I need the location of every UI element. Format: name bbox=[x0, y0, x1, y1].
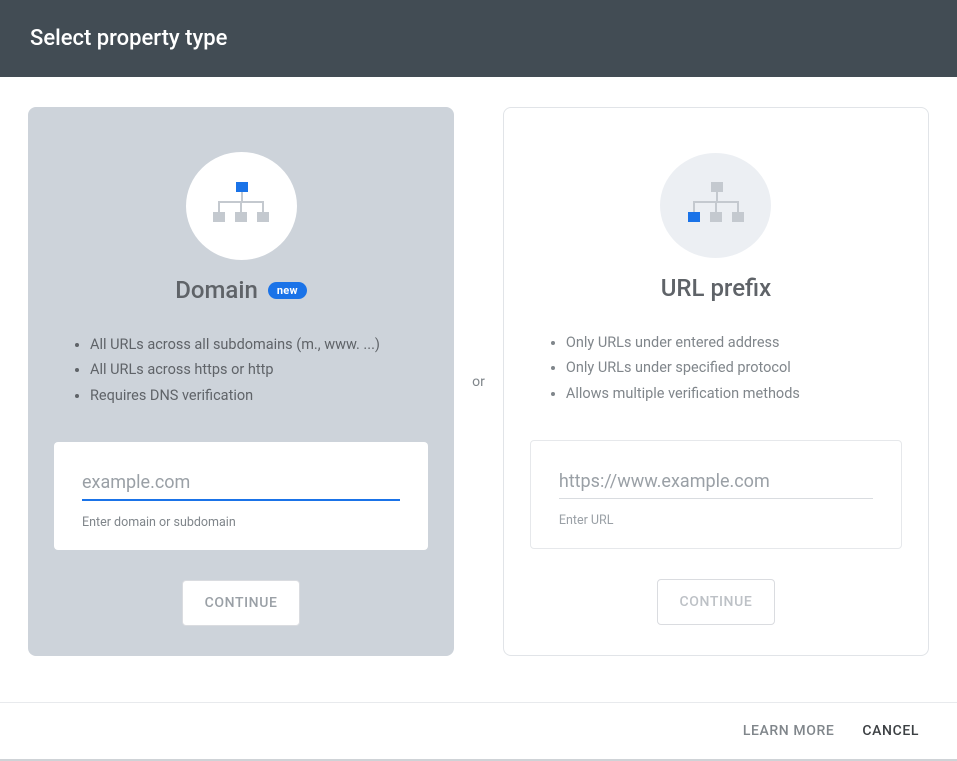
domain-input[interactable] bbox=[82, 468, 400, 501]
url-feature-item: Only URLs under entered address bbox=[566, 330, 902, 355]
sitemap-icon bbox=[209, 180, 273, 232]
domain-feature-item: All URLs across https or http bbox=[90, 357, 428, 382]
learn-more-button[interactable]: LEARN MORE bbox=[743, 723, 835, 739]
or-separator: or bbox=[472, 374, 485, 390]
domain-icon-circle bbox=[186, 152, 297, 260]
url-feature-list: Only URLs under entered address Only URL… bbox=[530, 330, 902, 410]
dialog-footer: LEARN MORE CANCEL bbox=[0, 702, 957, 761]
domain-title: Domain bbox=[175, 276, 258, 304]
url-input[interactable] bbox=[559, 467, 873, 499]
dialog-content: Domain new All URLs across all subdomain… bbox=[0, 77, 957, 686]
dialog-title: Select property type bbox=[30, 26, 227, 51]
domain-title-row: Domain new bbox=[175, 276, 307, 304]
new-badge: new bbox=[268, 282, 307, 299]
url-title: URL prefix bbox=[661, 274, 771, 302]
url-icon-circle bbox=[660, 153, 771, 258]
url-feature-item: Only URLs under specified protocol bbox=[566, 355, 902, 380]
url-title-row: URL prefix bbox=[661, 274, 771, 302]
cancel-button[interactable]: CANCEL bbox=[862, 723, 919, 739]
url-helper-text: Enter URL bbox=[559, 513, 873, 528]
domain-continue-button[interactable]: CONTINUE bbox=[182, 580, 301, 626]
domain-card[interactable]: Domain new All URLs across all subdomain… bbox=[28, 107, 454, 656]
url-input-wrap: Enter URL bbox=[530, 440, 902, 549]
dialog-header: Select property type bbox=[0, 0, 957, 77]
url-prefix-card[interactable]: URL prefix Only URLs under entered addre… bbox=[503, 107, 929, 656]
url-feature-item: Allows multiple verification methods bbox=[566, 381, 902, 406]
domain-feature-list: All URLs across all subdomains (m., www.… bbox=[54, 332, 428, 412]
domain-feature-item: Requires DNS verification bbox=[90, 383, 428, 408]
url-continue-button[interactable]: CONTINUE bbox=[657, 579, 776, 625]
domain-input-wrap: Enter domain or subdomain bbox=[54, 442, 428, 550]
domain-helper-text: Enter domain or subdomain bbox=[82, 515, 400, 530]
domain-feature-item: All URLs across all subdomains (m., www.… bbox=[90, 332, 428, 357]
sitemap-icon bbox=[684, 180, 748, 232]
